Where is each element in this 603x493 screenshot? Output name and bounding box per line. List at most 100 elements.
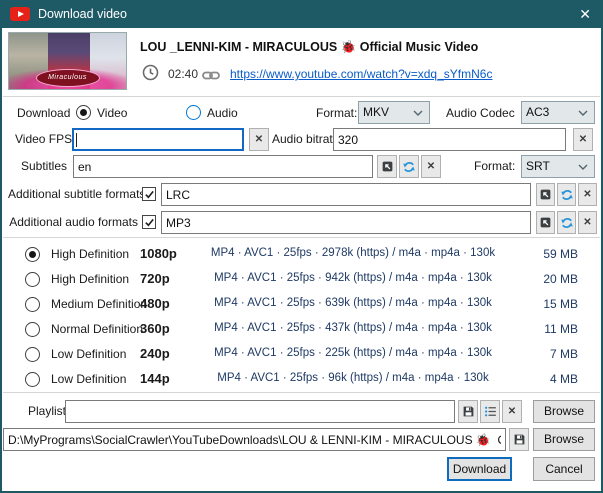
quality-resolution: 720p xyxy=(140,271,170,286)
clear-additional-subtitle-button[interactable]: ✕ xyxy=(578,183,597,206)
clear-video-fps-button[interactable]: ✕ xyxy=(249,128,269,151)
quality-radio[interactable] xyxy=(25,347,40,362)
video-radio[interactable] xyxy=(76,105,91,120)
download-button[interactable]: Download xyxy=(447,457,512,481)
quality-definition: Low Definition xyxy=(51,347,126,361)
separator xyxy=(3,237,600,238)
quality-row[interactable]: Normal Definition 360p MP4 · AVC1 · 25fp… xyxy=(3,316,600,341)
additional-audio-label: Additional audio formats xyxy=(8,215,138,229)
check-icon xyxy=(144,189,155,200)
format-label: Format: xyxy=(316,106,357,120)
quality-codec-info: MP4 · AVC1 · 25fps · 2978k (https) / m4a… xyxy=(193,247,513,259)
quality-row[interactable]: Low Definition 144p MP4 · AVC1 · 25fps ·… xyxy=(3,366,600,391)
quality-definition: Medium Definition xyxy=(51,297,147,311)
additional-audio-refresh-button[interactable] xyxy=(557,211,576,234)
youtube-icon xyxy=(10,7,30,21)
quality-file-size: 7 MB xyxy=(511,347,578,361)
audio-bitrate-input[interactable] xyxy=(333,128,566,151)
dialog-border xyxy=(0,0,2,493)
subtitle-format-label: Format: xyxy=(474,159,515,173)
playlist-list-button[interactable] xyxy=(480,400,500,423)
subtitles-label: Subtitles xyxy=(0,159,67,173)
video-title: LOU _LENNI-KIM - MIRACULOUS 🐞 Official M… xyxy=(140,40,478,55)
save-icon xyxy=(513,433,526,446)
video-radio-label[interactable]: Video xyxy=(97,106,127,120)
quality-codec-info: MP4 · AVC1 · 25fps · 96k (https) / m4a ·… xyxy=(193,372,513,384)
clock-icon xyxy=(142,64,159,81)
clear-audio-bitrate-button[interactable]: ✕ xyxy=(573,128,593,151)
check-icon xyxy=(144,217,155,228)
path-save-button[interactable] xyxy=(509,428,529,451)
quality-radio[interactable] xyxy=(25,372,40,387)
list-icon xyxy=(484,405,497,418)
link-icon xyxy=(202,70,220,81)
quality-radio[interactable] xyxy=(25,272,40,287)
additional-subtitle-import-button[interactable] xyxy=(536,183,555,206)
quality-codec-info: MP4 · AVC1 · 25fps · 639k (https) / m4a … xyxy=(193,297,513,309)
video-fps-input[interactable] xyxy=(72,128,244,151)
output-path-input[interactable] xyxy=(3,428,506,451)
additional-subtitle-checkbox[interactable] xyxy=(142,187,156,201)
clear-subtitles-button[interactable]: ✕ xyxy=(421,155,441,178)
text-caret xyxy=(76,133,77,147)
refresh-icon xyxy=(402,160,416,174)
separator xyxy=(3,96,600,97)
quality-row[interactable]: High Definition 1080p MP4 · AVC1 · 25fps… xyxy=(3,241,600,266)
quality-file-size: 11 MB xyxy=(511,322,578,336)
import-icon xyxy=(539,216,552,229)
video-fps-label: Video FPS xyxy=(15,132,72,146)
quality-radio[interactable] xyxy=(25,247,40,262)
video-url-link[interactable]: https://www.youtube.com/watch?v=xdq_sYfm… xyxy=(230,67,492,81)
close-icon[interactable]: ✕ xyxy=(579,0,591,28)
quality-row[interactable]: Medium Definition 480p MP4 · AVC1 · 25fp… xyxy=(3,291,600,316)
miraculous-logo: Miraculous xyxy=(36,69,100,87)
quality-resolution: 1080p xyxy=(140,246,177,261)
playlist-browse-button[interactable]: Browse xyxy=(533,400,595,423)
additional-subtitle-input[interactable] xyxy=(161,183,531,206)
audio-codec-select[interactable]: AC3 xyxy=(521,101,595,124)
playlist-label: Playlist xyxy=(28,404,66,418)
quality-radio[interactable] xyxy=(25,322,40,337)
import-icon xyxy=(381,160,394,173)
quality-resolution: 360p xyxy=(140,321,170,336)
refresh-icon xyxy=(560,216,574,230)
additional-subtitle-refresh-button[interactable] xyxy=(557,183,576,206)
quality-resolution: 480p xyxy=(140,296,170,311)
quality-file-size: 59 MB xyxy=(511,247,578,261)
refresh-icon xyxy=(560,188,574,202)
playlist-save-button[interactable] xyxy=(458,400,478,423)
quality-row[interactable]: High Definition 720p MP4 · AVC1 · 25fps … xyxy=(3,266,600,291)
import-icon xyxy=(539,188,552,201)
subtitles-refresh-button[interactable] xyxy=(399,155,419,178)
additional-subtitle-label: Additional subtitle formats xyxy=(8,187,138,201)
quality-definition: Normal Definition xyxy=(51,322,143,336)
playlist-input[interactable] xyxy=(65,400,455,423)
video-thumbnail: Miraculous xyxy=(8,32,127,90)
cancel-button[interactable]: Cancel xyxy=(533,457,595,481)
subtitle-format-select[interactable]: SRT xyxy=(521,155,595,178)
window-title: Download video xyxy=(38,0,127,28)
subtitles-input[interactable] xyxy=(73,155,373,178)
additional-audio-checkbox[interactable] xyxy=(142,215,156,229)
format-select[interactable]: MKV xyxy=(358,101,430,124)
audio-radio[interactable] xyxy=(186,105,201,120)
subtitles-import-button[interactable] xyxy=(377,155,397,178)
save-icon xyxy=(462,405,475,418)
additional-audio-import-button[interactable] xyxy=(536,211,555,234)
chevron-down-icon xyxy=(578,164,588,170)
path-browse-button[interactable]: Browse xyxy=(533,428,595,451)
separator xyxy=(3,392,600,393)
chevron-down-icon xyxy=(413,110,423,116)
quality-codec-info: MP4 · AVC1 · 25fps · 437k (https) / m4a … xyxy=(193,322,513,334)
download-video-dialog: Download video ✕ Miraculous LOU _LENNI-K… xyxy=(0,0,603,493)
download-label: Download xyxy=(17,106,70,120)
quality-row[interactable]: Low Definition 240p MP4 · AVC1 · 25fps ·… xyxy=(3,341,600,366)
quality-file-size: 20 MB xyxy=(511,272,578,286)
quality-definition: Low Definition xyxy=(51,372,126,386)
quality-radio[interactable] xyxy=(25,297,40,312)
audio-radio-label[interactable]: Audio xyxy=(207,106,238,120)
quality-codec-info: MP4 · AVC1 · 25fps · 225k (https) / m4a … xyxy=(193,347,513,359)
clear-additional-audio-button[interactable]: ✕ xyxy=(578,211,597,234)
additional-audio-input[interactable] xyxy=(161,211,531,234)
clear-playlist-button[interactable]: ✕ xyxy=(502,400,522,423)
